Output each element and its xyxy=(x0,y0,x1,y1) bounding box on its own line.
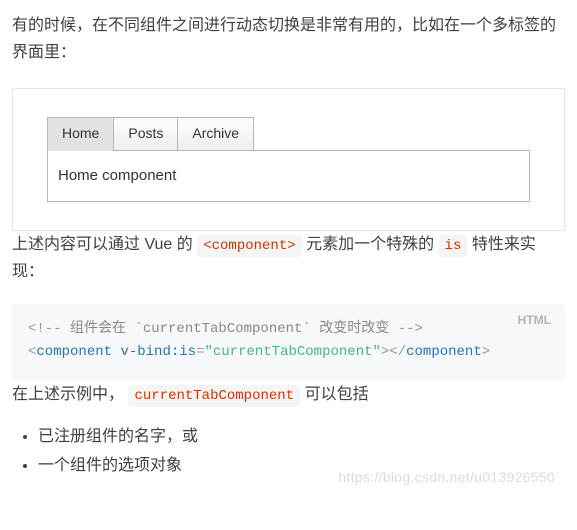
text-segment: 在上述示例中， xyxy=(12,386,124,403)
comment-open: <!-- xyxy=(28,321,62,337)
example-box: Home Posts Archive Home component xyxy=(12,88,565,230)
tab-posts[interactable]: Posts xyxy=(113,117,178,151)
option-list: 已注册组件的名字，或 一个组件的选项对象 xyxy=(12,423,565,479)
text-segment: 元素加一个特殊的 xyxy=(306,236,438,253)
tab-row: Home Posts Archive xyxy=(47,117,530,151)
code-line-comment: <!-- 组件会在 `currentTabComponent` 改变时改变 --… xyxy=(28,318,549,342)
intro-paragraph: 有的时候，在不同组件之间进行动态切换是非常有用的，比如在一个多标签的界面里： xyxy=(12,12,565,66)
code-block: HTML <!-- 组件会在 `currentTabComponent` 改变时… xyxy=(12,304,565,382)
angle-close: > xyxy=(482,344,490,360)
tab-archive[interactable]: Archive xyxy=(177,117,254,151)
paragraph-current-tab: 在上述示例中， currentTabComponent 可以包括 xyxy=(12,381,565,409)
inline-code-current-tab: currentTabComponent xyxy=(128,385,300,407)
tag-name-close: component xyxy=(406,344,482,360)
inline-code-is: is xyxy=(439,235,468,257)
text-segment: 可以包括 xyxy=(305,386,369,403)
code-line-tag: <component v-bind:is="currentTabComponen… xyxy=(28,341,549,365)
comment-body: 组件会在 `currentTabComponent` 改变时改变 xyxy=(62,321,398,337)
attr-value: "currentTabComponent" xyxy=(204,344,380,360)
attr-name: v-bind:is xyxy=(120,344,196,360)
code-lang-label: HTML xyxy=(518,310,551,330)
list-item: 已注册组件的名字，或 xyxy=(38,423,565,450)
tab-panel: Home component xyxy=(47,150,530,202)
list-item: 一个组件的选项对象 xyxy=(38,452,565,479)
close-lt-slash: </ xyxy=(389,344,406,360)
inline-code-component: <component> xyxy=(197,235,301,257)
tag-name-open: component xyxy=(36,344,112,360)
tab-home[interactable]: Home xyxy=(47,117,114,151)
comment-close: --> xyxy=(398,321,423,337)
paragraph-component-is: 上述内容可以通过 Vue 的 <component> 元素加一个特殊的 is 特… xyxy=(12,231,565,286)
text-segment: 上述内容可以通过 Vue 的 xyxy=(12,236,197,253)
